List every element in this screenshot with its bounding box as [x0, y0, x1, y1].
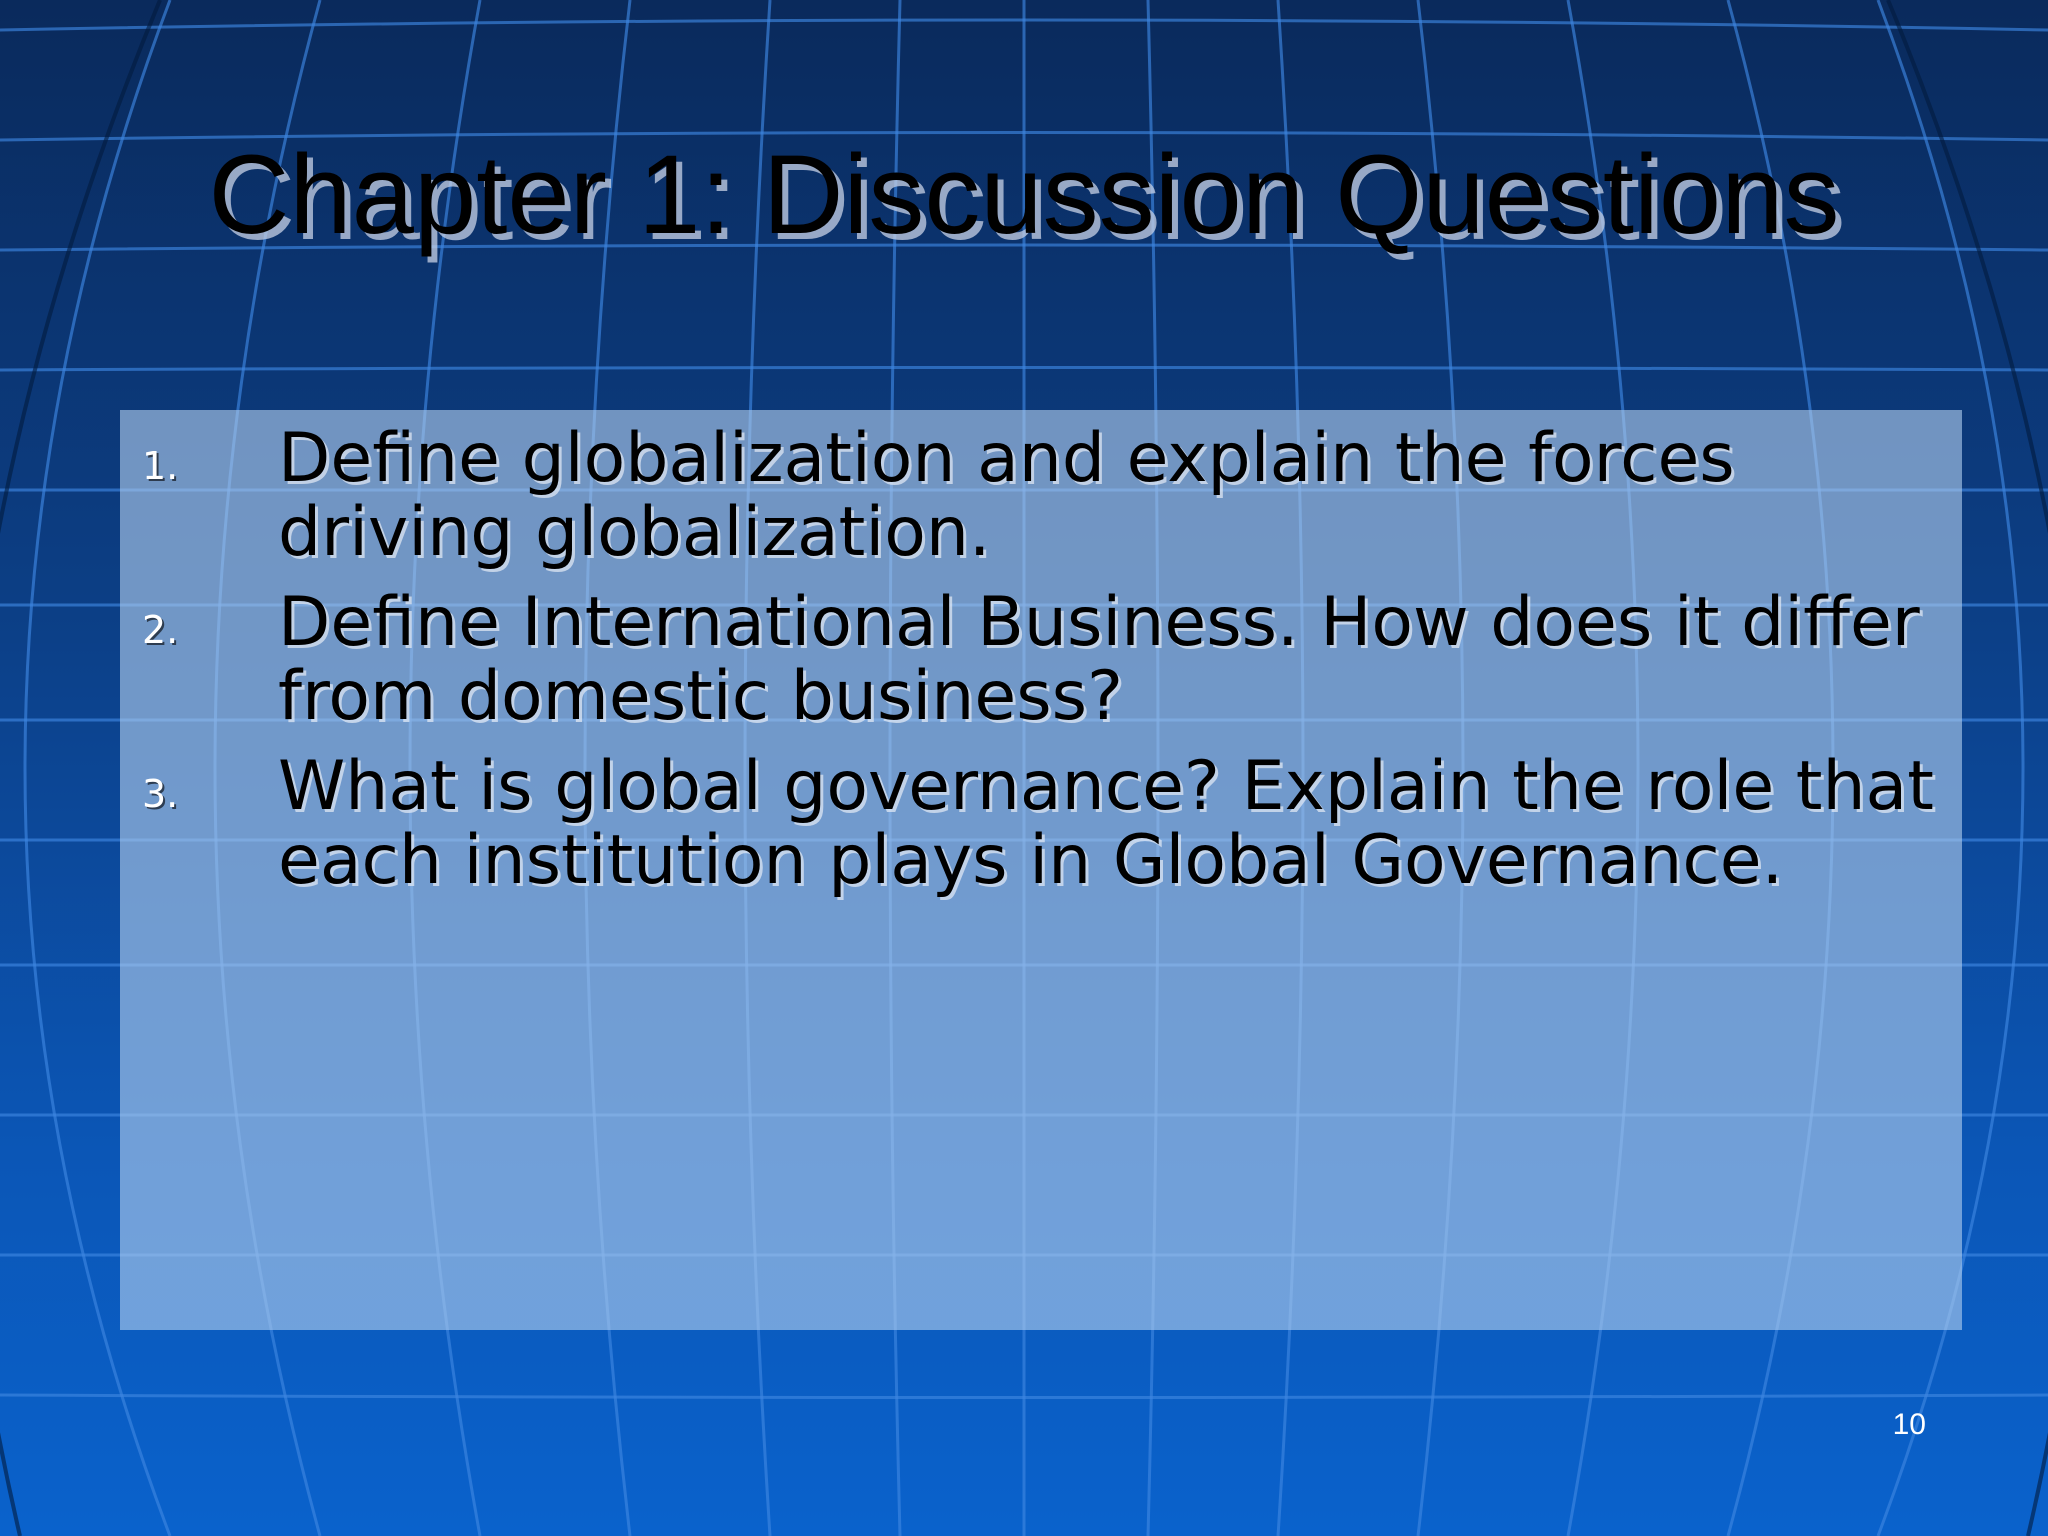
question-text-line: each institution plays in Global Governa…: [278, 821, 1784, 900]
question-number: 2.: [142, 608, 179, 652]
question-number: 1.: [142, 444, 179, 488]
page-number: 10: [1892, 1408, 1926, 1441]
question-item: 1. Define globalization and explain the …: [120, 422, 1962, 570]
question-text-line: Define International Business. How does …: [278, 583, 1920, 662]
content-panel: 1. Define globalization and explain the …: [120, 410, 1962, 1330]
question-number: 3.: [142, 772, 179, 816]
slide-title: Chapter 1: Discussion Questions: [208, 132, 1840, 257]
slide: Chapter 1: Discussion Questions 1. Defin…: [0, 0, 2048, 1536]
question-text-line: What is global governance? Explain the r…: [278, 747, 1934, 826]
question-list: 1. Define globalization and explain the …: [120, 422, 1962, 914]
question-item: 2. Define International Business. How do…: [120, 586, 1962, 734]
question-text-line: driving globalization.: [278, 493, 991, 572]
question-text-line: from domestic business?: [278, 657, 1124, 736]
question-item: 3. What is global governance? Explain th…: [120, 750, 1962, 898]
question-text-line: Define globalization and explain the for…: [278, 419, 1735, 498]
